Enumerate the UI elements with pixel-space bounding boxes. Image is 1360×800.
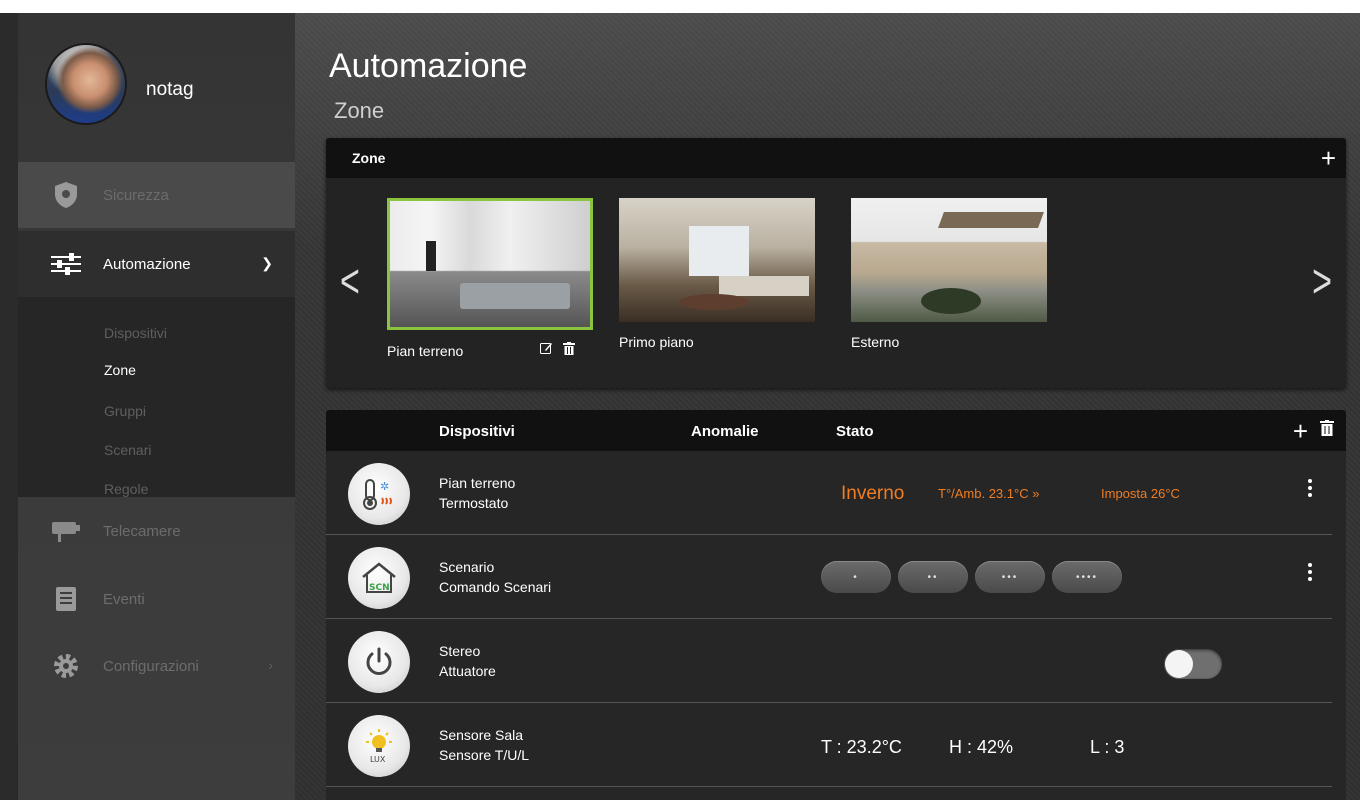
zone-thumbnail[interactable] (387, 198, 593, 330)
set-temperature[interactable]: Imposta 26°C (1101, 486, 1180, 501)
col-header-dispositivi: Dispositivi (439, 423, 515, 440)
actuator-toggle[interactable] (1164, 649, 1222, 679)
page-subtitle: Zone (334, 98, 385, 123)
page-title: Automazione (329, 47, 528, 85)
sub-item-dispositivi[interactable]: Dispositivi (104, 325, 167, 341)
scenario-button-3[interactable]: ••• (975, 561, 1045, 593)
nav-item-eventi[interactable]: Eventi (18, 566, 295, 632)
list-icon (49, 584, 83, 614)
power-icon (348, 631, 410, 693)
sensor-humidity: H : 42% (949, 737, 1014, 757)
device-name: Pian terreno Termostato (439, 473, 515, 513)
device-zone: Pian terreno (439, 475, 516, 491)
carousel-next-arrow-icon[interactable]: > (1312, 255, 1332, 310)
shield-icon (49, 180, 83, 210)
username: notag (146, 79, 194, 100)
delete-device-icon[interactable] (1320, 420, 1334, 441)
device-name: Scenario Comando Scenari (439, 557, 551, 597)
nav-label-telecamere: Telecamere (103, 522, 181, 540)
trash-icon[interactable] (562, 342, 575, 355)
device-name: Sensore Sala Sensore T/U/L (439, 725, 529, 765)
automazione-submenu: Dispositivi Zone Gruppi Scenari Regole (18, 297, 295, 497)
device-zone: Scenario (439, 559, 495, 575)
sliders-icon (49, 249, 83, 279)
user-profile: notag (18, 13, 295, 160)
zone-panel: Zone + < > Pian terreno Primo piano Este… (326, 138, 1346, 388)
svg-text:✲: ✲ (380, 480, 389, 493)
zone-label: Primo piano (619, 334, 694, 350)
nav-label-sicurezza: Sicurezza (103, 186, 169, 204)
camera-icon (49, 516, 83, 546)
sub-item-gruppi[interactable]: Gruppi (104, 403, 146, 419)
thermostat-mode[interactable]: Inverno (841, 483, 904, 505)
device-zone: Stereo (439, 643, 481, 659)
device-type: Sensore T/U/L (439, 747, 530, 763)
devices-table-header: Dispositivi Anomalie Stato + (326, 410, 1346, 451)
sub-item-scenari[interactable]: Scenari (104, 442, 151, 458)
nav-item-telecamere[interactable]: Telecamere (18, 498, 295, 564)
carousel-prev-arrow-icon[interactable]: < (340, 255, 360, 310)
edit-icon[interactable] (540, 342, 553, 355)
scenario-button-2[interactable]: •• (898, 561, 968, 593)
sensor-light: L : 3 (1090, 737, 1125, 757)
table-row: SCN Scenario Comando Scenari • •• ••• ••… (326, 535, 1332, 619)
device-zone: Sensore Sala (439, 727, 524, 743)
nav-item-configurazioni[interactable]: Configurazioni › (18, 633, 295, 699)
col-header-stato: Stato (836, 423, 874, 440)
scenario-home-icon: SCN (348, 547, 410, 609)
scenario-button-4[interactable]: •••• (1052, 561, 1122, 593)
table-row: ✲ Pian terreno Termostato Inverno T°/Amb… (326, 451, 1332, 535)
device-name: Stereo Attuatore (439, 641, 496, 681)
device-type: Comando Scenari (439, 579, 552, 595)
more-options-icon[interactable] (1308, 563, 1312, 581)
sidebar: notag Sicurezza Automazione ❯ Dispositiv… (18, 13, 295, 800)
table-row: Stereo Attuatore (326, 619, 1332, 703)
toggle-knob (1165, 650, 1193, 678)
app-window: notag Sicurezza Automazione ❯ Dispositiv… (0, 13, 1360, 800)
nav-label-eventi: Eventi (103, 590, 145, 608)
nav-item-automazione[interactable]: Automazione ❯ (18, 231, 295, 297)
thermostat-icon: ✲ (348, 463, 410, 525)
chevron-right-icon: › (268, 657, 273, 673)
zone-label: Esterno (851, 334, 900, 350)
main-content: Automazione Zone Zone + < > Pian terreno… (295, 13, 1360, 800)
lux-sensor-icon: LUX (348, 715, 410, 777)
zone-thumbnail[interactable] (851, 198, 1047, 322)
sub-item-regole[interactable]: Regole (104, 481, 148, 497)
more-options-icon[interactable] (1308, 479, 1312, 497)
device-type: Termostato (439, 495, 509, 511)
scenario-button-1[interactable]: • (821, 561, 891, 593)
add-device-button[interactable]: + (1293, 416, 1308, 447)
add-zone-button[interactable]: + (1321, 143, 1336, 174)
avatar[interactable] (47, 45, 125, 123)
zone-thumbnail[interactable] (619, 198, 815, 322)
devices-panel: Dispositivi Anomalie Stato + ✲ Pian terr… (326, 410, 1346, 800)
gear-icon (49, 651, 83, 681)
zone-panel-title: Zone (352, 150, 386, 166)
sensor-temperature: T : 23.2°C (821, 737, 902, 757)
nav-item-sicurezza[interactable]: Sicurezza (18, 162, 295, 228)
zone-card-esterno[interactable]: Esterno (851, 198, 1047, 350)
zone-actions (540, 342, 575, 358)
chevron-down-icon: ❯ (261, 255, 273, 271)
ambient-temperature[interactable]: T°/Amb. 23.1°C » (938, 486, 1039, 501)
zone-label: Pian terreno (387, 343, 464, 359)
sub-item-zone[interactable]: Zone (104, 362, 136, 378)
zone-card-pian-terreno[interactable]: Pian terreno (387, 198, 593, 359)
col-header-anomalie: Anomalie (691, 423, 759, 440)
zone-card-primo-piano[interactable]: Primo piano (619, 198, 815, 350)
table-row: LUX Sensore Sala Sensore T/U/L T : 23.2°… (326, 703, 1332, 787)
device-type: Attuatore (439, 663, 496, 679)
scn-label: SCN (369, 583, 390, 593)
nav-label-automazione: Automazione (103, 255, 191, 273)
zone-panel-header: Zone + (326, 138, 1346, 178)
lux-label: LUX (370, 755, 386, 764)
nav-label-configurazioni: Configurazioni (103, 657, 199, 675)
